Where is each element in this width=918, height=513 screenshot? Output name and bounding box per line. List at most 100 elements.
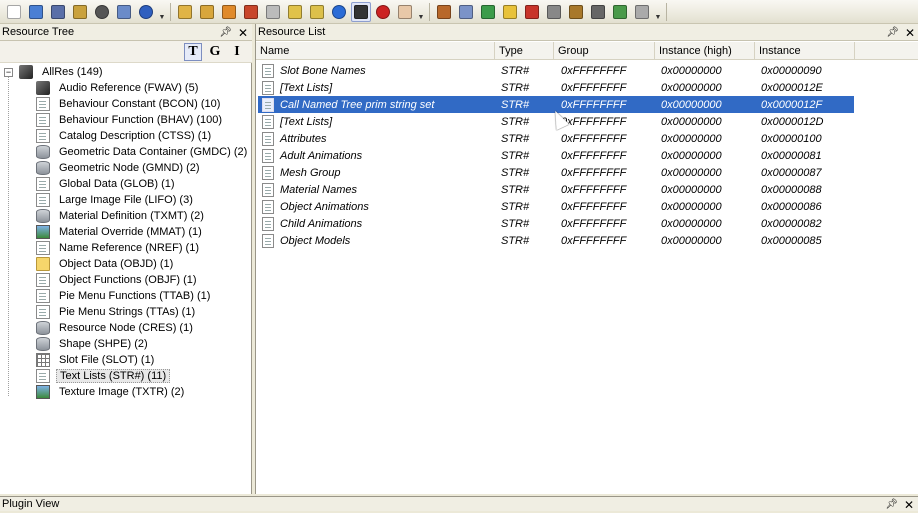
new-file-button[interactable] [4,2,24,22]
tree-item[interactable]: Behaviour Constant (BCON) (10) [36,96,223,112]
save-button[interactable] [48,2,68,22]
filter-group-button[interactable]: G [206,43,224,61]
users-button[interactable] [114,2,134,22]
text-file-icon [262,199,274,214]
grid-button[interactable] [478,2,498,22]
tree-item[interactable]: Pie Menu Functions (TTAB) (1) [36,288,213,304]
tree-item[interactable]: Texture Image (TXTR) (2) [36,384,187,400]
cell-instance-high: 0x00000000 [661,98,722,111]
refresh-button[interactable] [329,2,349,22]
page-icon [36,113,50,127]
cell-instance: 0x00000081 [761,149,822,162]
table-row[interactable]: Adult Animations STR# 0xFFFFFFFF 0x00000000… [258,147,854,164]
cell-instance-high: 0x00000000 [661,64,722,77]
resource-tree-title: Resource Tree [2,26,75,38]
tree-item[interactable]: Text Lists (STR#) (11) [36,368,171,384]
tree-item[interactable]: Geometric Node (GMND) (2) [36,160,203,176]
open-folder-button[interactable] [26,2,46,22]
tree-item[interactable]: Global Data (GLOB) (1) [36,176,178,192]
scan-button[interactable] [136,2,156,22]
building-button[interactable] [566,2,586,22]
pin-icon[interactable]: 📌︎ [886,27,899,38]
people-button[interactable] [610,2,630,22]
delete-button[interactable] [241,2,261,22]
eraser-button[interactable] [395,2,415,22]
pin-icon[interactable]: 📌︎ [885,499,898,510]
house-button[interactable] [434,2,454,22]
tree-item[interactable]: Geometric Data Container (GMDC) (2) [36,144,250,160]
tree-item[interactable]: Slot File (SLOT) (1) [36,352,157,368]
object-button[interactable] [351,1,371,22]
tree-item[interactable]: Material Override (MMAT) (1) [36,224,205,240]
gem-button[interactable] [500,2,520,22]
close-icon[interactable]: ✕ [238,26,248,40]
page-icon [36,129,50,143]
column-instance-high[interactable]: Instance (high) [655,42,755,60]
name-cell: Adult Animations [258,147,495,164]
tree-item[interactable]: Pie Menu Strings (TTAs) (1) [36,304,198,320]
tree-item[interactable]: Audio Reference (FWAV) (5) [36,80,201,96]
resource-tree-header: Resource Tree 📌︎ ✕ [0,24,252,41]
cell-instance-high: 0x00000000 [661,166,722,179]
save-as-button[interactable] [70,2,90,22]
cell-type: STR# [501,115,530,128]
filter-instance-button[interactable]: I [228,43,246,61]
building-icon [569,4,583,19]
note2-button[interactable] [307,2,327,22]
tree-item[interactable]: Object Data (OBJD) (1) [36,256,176,272]
column-group[interactable]: Group [554,42,655,60]
save-pkg-button[interactable] [197,2,217,22]
grid-icon [36,353,50,367]
resource-list-title: Resource List [258,26,326,38]
tree-item[interactable]: Resource Node (CRES) (1) [36,320,196,336]
toolbar-overflow-icon[interactable]: ▼ [654,3,662,21]
filter-type-button[interactable]: T [184,42,202,61]
table-row[interactable]: Child Animations STR# 0xFFFFFFFF 0x00000000… [258,215,854,232]
open-pkg-button[interactable] [175,2,195,22]
camera-button[interactable] [588,2,608,22]
scene-button[interactable] [456,2,476,22]
close-button[interactable] [92,2,112,22]
tree-root[interactable]: − AllRes (149) [4,64,106,80]
fix-button[interactable] [373,2,393,22]
tree-item[interactable]: Large Image File (LIFO) (3) [36,192,196,208]
people-icon [613,4,627,19]
close-icon[interactable]: ✕ [904,498,914,512]
table-row[interactable]: [Text Lists] STR# 0xFFFFFFFF 0x00000000 0x00… [258,79,854,96]
tools-button[interactable] [544,2,564,22]
save-pkg-icon [200,4,214,19]
cell-group: 0xFFFFFFFF [561,98,627,111]
main-toolbar: ▼ ▼ ▼ [0,0,918,24]
tree-item[interactable]: Shape (SHPE) (2) [36,336,151,352]
tree-item[interactable]: Object Functions (OBJF) (1) [36,272,200,288]
toolbar-overflow-icon[interactable]: ▼ [417,3,425,21]
toolbar-overflow-icon[interactable]: ▼ [158,3,166,21]
table-row[interactable]: Mesh Group STR# 0xFFFFFFFF 0x00000000 0x0000… [258,164,854,181]
tree-item[interactable]: Catalog Description (CTSS) (1) [36,128,214,144]
comment-button[interactable] [263,2,283,22]
cell-instance-high: 0x00000000 [661,132,722,145]
undo-button[interactable] [219,2,239,22]
table-row[interactable]: Slot Bone Names STR# 0xFFFFFFFF 0x00000000 0… [258,62,854,79]
close-icon[interactable]: ✕ [905,26,915,40]
text-file-icon [262,80,274,95]
table-row[interactable]: Object Models STR# 0xFFFFFFFF 0x00000000 0x0… [258,232,854,249]
collapse-icon[interactable]: − [4,67,13,77]
column-instance[interactable]: Instance [755,42,855,60]
column-type[interactable]: Type [495,42,554,60]
tree-item[interactable]: Behaviour Function (BHAV) (100) [36,112,225,128]
tree-item[interactable]: Material Definition (TXMT) (2) [36,208,207,224]
table-row[interactable]: Material Names STR# 0xFFFFFFFF 0x00000000 0x… [258,181,854,198]
note-button[interactable] [285,2,305,22]
save-icon [51,4,65,19]
battery-button[interactable] [522,2,542,22]
table-row[interactable]: Attributes STR# 0xFFFFFFFF 0x00000000 0x0000… [258,130,854,147]
pin-icon[interactable]: 📌︎ [219,27,232,38]
cell-instance: 0x00000090 [761,64,822,77]
tree-filter-bar: T G I [0,41,252,63]
table-row[interactable]: Object Animations STR# 0xFFFFFFFF 0x0000000… [258,198,854,215]
person-button[interactable] [632,2,652,22]
column-name[interactable]: Name [256,42,495,60]
tree-item-label: Behaviour Function (BHAV) (100) [59,114,223,126]
tree-item[interactable]: Name Reference (NREF) (1) [36,240,202,256]
